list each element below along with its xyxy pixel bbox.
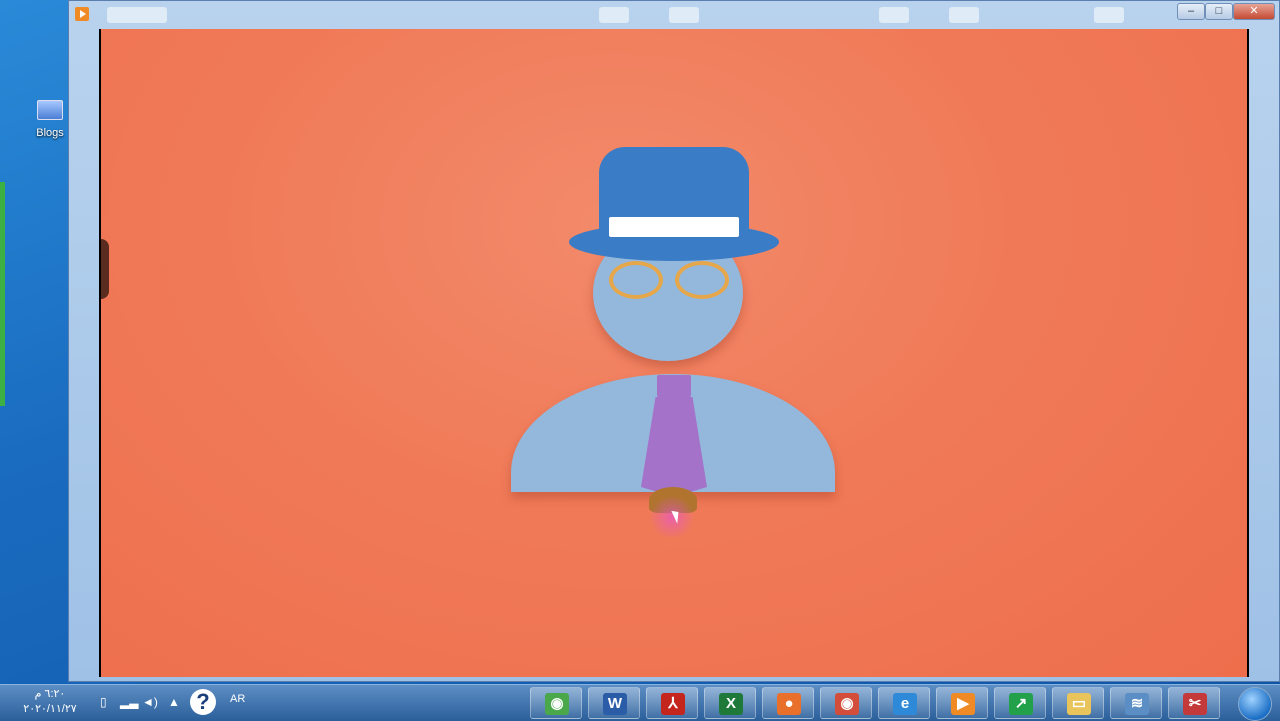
taskbar-button-video-recorder[interactable]: ▶ xyxy=(936,687,988,719)
taskbar-button-internet-explorer[interactable]: e xyxy=(878,687,930,719)
green-side-strip xyxy=(0,182,5,406)
title-blur-3 xyxy=(669,7,699,23)
title-blur-2 xyxy=(599,7,629,23)
windows-orb-icon xyxy=(1238,687,1272,721)
stocks-icon: ↗ xyxy=(1009,693,1033,715)
click-highlight xyxy=(647,497,697,537)
system-clock[interactable]: ٦:٢٠ م ٢٠٢٠/١١/٢٧ xyxy=(18,687,82,717)
clock-time: ٦:٢٠ م xyxy=(34,688,66,700)
maximize-button[interactable]: □ xyxy=(1205,3,1233,20)
firefox-icon: ● xyxy=(777,693,801,715)
internet-explorer-icon: e xyxy=(893,693,917,715)
snipping-tool-icon: ✂ xyxy=(1183,693,1207,715)
show-hidden-icons-icon[interactable]: ▲ xyxy=(168,695,180,709)
close-button[interactable]: ✕ xyxy=(1233,3,1275,20)
chrome-icon: ◉ xyxy=(545,693,569,715)
app-play-icon xyxy=(75,7,89,21)
title-blur-5 xyxy=(949,7,979,23)
title-blur-4 xyxy=(879,7,909,23)
taskbar-button-chrome[interactable]: ◉ xyxy=(530,687,582,719)
taskbar-button-word[interactable]: W xyxy=(588,687,640,719)
title-blur-1 xyxy=(107,7,167,23)
taskbar-button-acrobat[interactable]: ⅄ xyxy=(646,687,698,719)
excel-icon: X xyxy=(719,693,743,715)
desktop-icon-label: Blogs xyxy=(36,127,64,139)
volume-icon[interactable]: ◄) xyxy=(142,695,158,709)
battery-icon[interactable]: ▯ xyxy=(100,695,107,709)
taskbar-button-wifi[interactable]: ≋ xyxy=(1110,687,1162,719)
taskbar-button-firefox[interactable]: ● xyxy=(762,687,814,719)
word-icon: W xyxy=(603,693,627,715)
file-explorer-icon: ▭ xyxy=(1067,693,1091,715)
desktop-icon-blogs[interactable]: Blogs xyxy=(34,100,66,139)
taskbar-button-file-explorer[interactable]: ▭ xyxy=(1052,687,1104,719)
video-recorder-icon: ▶ xyxy=(951,693,975,715)
video-frame xyxy=(101,29,1247,677)
window-titlebar[interactable]: – □ ✕ xyxy=(69,1,1279,27)
hat-band xyxy=(609,217,739,237)
glasses-left-lens xyxy=(609,261,663,299)
network-icon[interactable]: ▂▃ xyxy=(120,695,138,709)
chrome-alt-icon: ◉ xyxy=(835,693,859,715)
help-icon[interactable]: ? xyxy=(190,689,216,715)
frame-edge-shadow xyxy=(101,239,109,299)
acrobat-icon: ⅄ xyxy=(661,693,685,715)
folder-icon xyxy=(37,100,63,120)
clock-date: ٢٠٢٠/١١/٢٧ xyxy=(23,703,77,715)
taskbar-button-stocks[interactable]: ↗ xyxy=(994,687,1046,719)
start-button[interactable] xyxy=(1234,685,1274,721)
taskbar-button-chrome-alt[interactable]: ◉ xyxy=(820,687,872,719)
title-blur-6 xyxy=(1094,7,1124,23)
wifi-icon: ≋ xyxy=(1125,693,1149,715)
language-indicator[interactable]: AR xyxy=(230,693,245,705)
video-player-window: – □ ✕ xyxy=(68,0,1280,682)
glasses-right-lens xyxy=(675,261,729,299)
taskbar-button-snipping-tool[interactable]: ✂ xyxy=(1168,687,1220,719)
minimize-button[interactable]: – xyxy=(1177,3,1205,20)
video-viewport[interactable] xyxy=(99,29,1249,677)
tie-knot xyxy=(657,375,691,397)
taskbar-button-excel[interactable]: X xyxy=(704,687,756,719)
taskbar: ٦:٢٠ م ٢٠٢٠/١١/٢٧ ▯ ▂▃ ◄) ▲ ? AR ◉ W ⅄ X ● ◉ e… xyxy=(0,684,1280,721)
